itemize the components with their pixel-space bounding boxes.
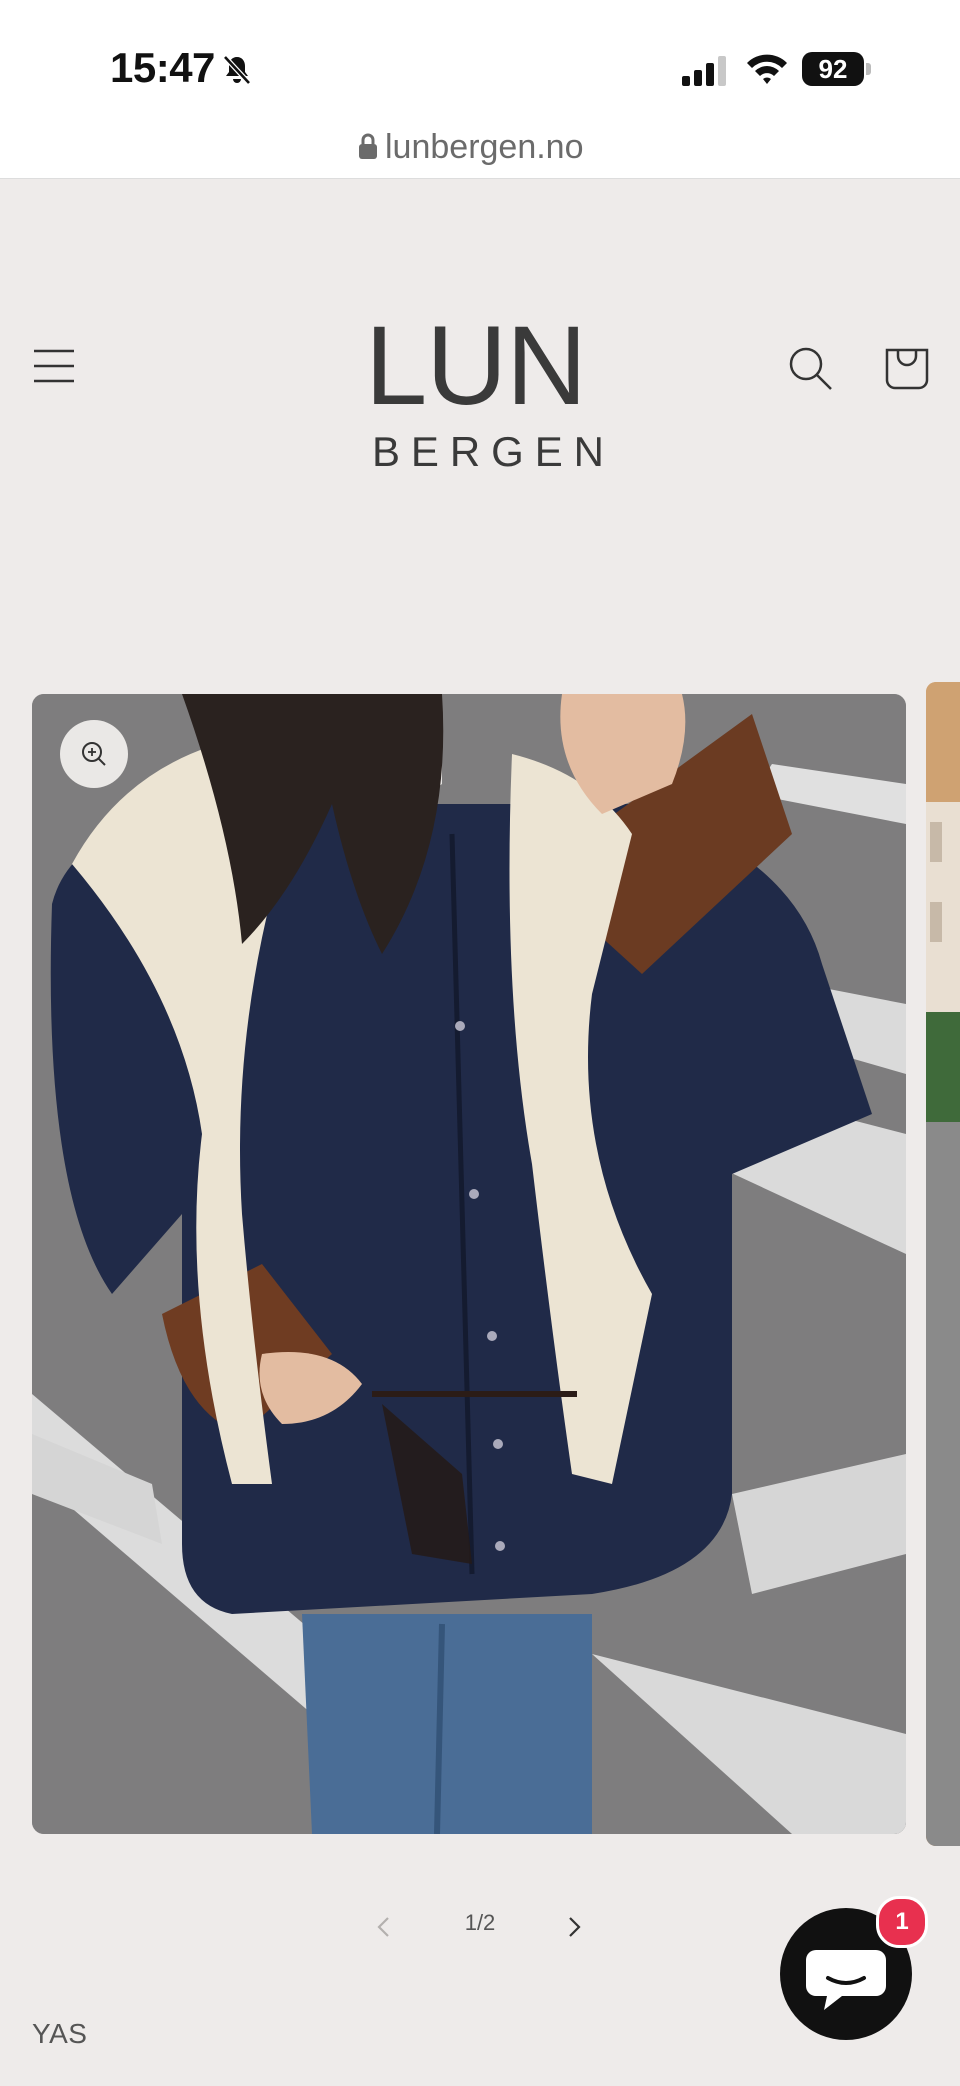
cart-icon[interactable] — [882, 342, 932, 392]
search-icon[interactable] — [786, 344, 836, 394]
battery-percent: 92 — [818, 54, 848, 84]
lock-icon — [359, 133, 377, 159]
logo-top-text: LUN — [365, 303, 605, 428]
next-slide-icon[interactable] — [562, 1908, 588, 1946]
bell-muted-icon — [223, 55, 251, 85]
zoom-in-icon — [82, 742, 106, 766]
previous-slide-icon[interactable] — [370, 1908, 396, 1946]
next-product-image-peek[interactable] — [926, 682, 960, 1846]
wifi-icon — [747, 54, 787, 84]
battery-indicator: 92 — [802, 52, 872, 86]
status-time: 15:47 — [110, 44, 215, 91]
logo-bottom-text: BERGEN — [372, 428, 604, 475]
cellular-signal-icon — [682, 56, 726, 86]
chat-unread-badge: 1 — [876, 1896, 928, 1948]
zoom-button[interactable] — [60, 720, 128, 788]
slide-counter: 1/2 — [464, 1910, 496, 1935]
product-vendor: YAS — [32, 2018, 88, 2049]
status-bar: 15:47 92 — [0, 0, 960, 120]
menu-icon[interactable] — [30, 345, 80, 389]
url-text[interactable]: lunbergen.no — [385, 128, 584, 167]
product-image[interactable] — [32, 694, 906, 1834]
site-logo[interactable]: LUN BERGEN — [360, 300, 610, 480]
